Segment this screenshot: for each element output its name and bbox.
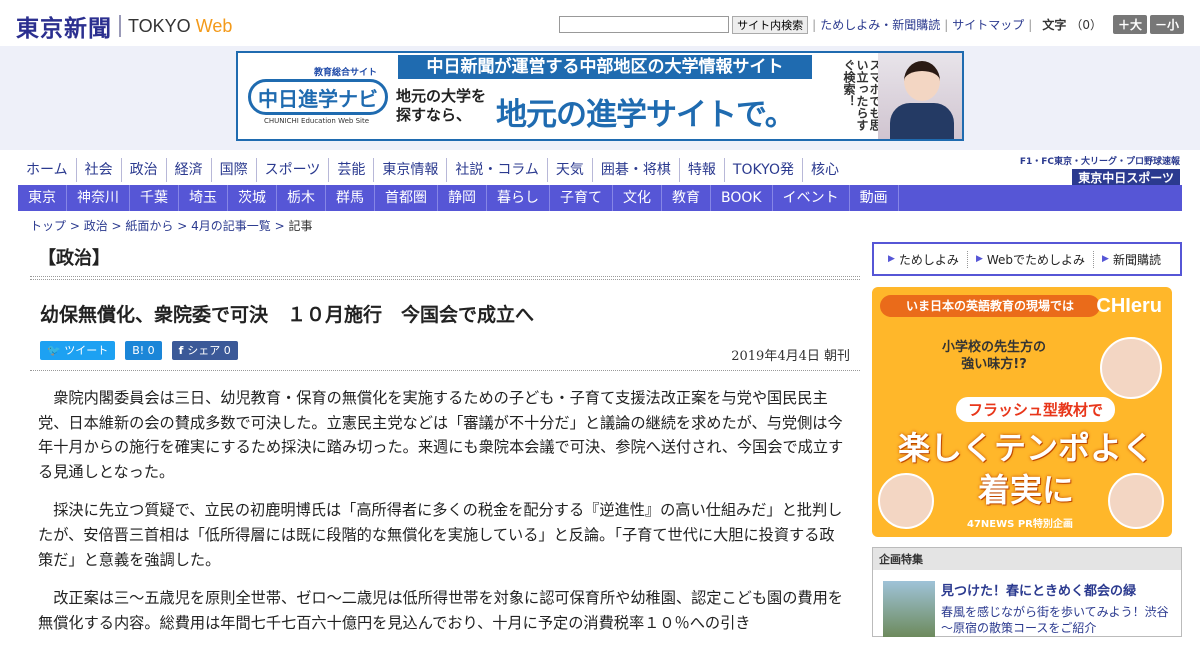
nav-item-11[interactable]: 特報 xyxy=(678,158,724,182)
ad-main-copy: 楽しくテンポよく 着実に xyxy=(897,429,1154,509)
regional-nav-item-0[interactable]: 東京 xyxy=(18,185,67,211)
utility-bar: サイト内検索 | ためしよみ・新聞購読 | サイトマップ | 文字 （0） ＋大… xyxy=(559,15,1184,34)
triangle-icon: ▶ xyxy=(888,254,895,264)
nav-item-13[interactable]: 核心 xyxy=(801,158,847,182)
nav-item-0[interactable]: ホーム xyxy=(18,158,76,182)
ad-photo-boy xyxy=(1100,337,1162,399)
regional-nav-item-10[interactable]: 子育て xyxy=(550,185,613,211)
triangle-icon: ▶ xyxy=(1102,254,1109,264)
regional-nav: 東京 神奈川 千葉 埼玉 茨城 栃木 群馬 首都圏 静岡 暮らし 子育て 文化 教育 BOOK イベント 動画 xyxy=(18,185,1182,211)
web-trial-read-link[interactable]: ▶ Webでためしよみ xyxy=(968,250,1095,268)
regional-nav-item-5[interactable]: 栃木 xyxy=(277,185,326,211)
nav-item-9[interactable]: 天気 xyxy=(546,158,592,182)
font-size-value: （0） xyxy=(1070,18,1102,32)
regional-nav-item-12[interactable]: 教育 xyxy=(662,185,711,211)
nav-item-10[interactable]: 囲碁・将棋 xyxy=(591,158,679,182)
nav-item-3[interactable]: 経済 xyxy=(165,158,211,182)
banner-subcopy: 地元の大学を 探すなら、 xyxy=(396,87,487,124)
special-feature-thumbnail[interactable] xyxy=(883,581,935,637)
breadcrumb-april-list[interactable]: 4月の記事一覧 xyxy=(191,219,271,233)
breadcrumb-top[interactable]: トップ xyxy=(30,219,66,233)
breadcrumb-politics[interactable]: 政治 xyxy=(84,219,108,233)
site-logo[interactable]: 東京新聞 TOKYO Web xyxy=(16,9,232,43)
regional-nav-item-15[interactable]: 動画 xyxy=(850,185,899,211)
regional-nav-item-13[interactable]: BOOK xyxy=(711,185,773,211)
special-feature-description[interactable]: 春風を感じながら街を歩いてみよう！渋谷～原宿の散策コースをご紹介 xyxy=(941,604,1171,636)
nav-item-8[interactable]: 社説・コラム xyxy=(446,158,547,182)
banner-brand-logo: 教育総合サイト 中日進学ナビ CHUNICHI Education Web Si… xyxy=(244,65,392,127)
breadcrumb: トップ > 政治 > 紙面から > 4月の記事一覧 > 記事 xyxy=(30,219,313,233)
logo-web: Web xyxy=(195,15,233,36)
chunichi-sports-link[interactable]: F1・FC東京・大リーグ・プロ野球速報 東京中日スポーツ xyxy=(1020,154,1180,186)
article-date: 2019年4月4日 朝刊 xyxy=(731,349,850,364)
special-feature-box: 企画特集 見つけた！春にときめく都会の緑 春風を感じながら街を歩いてみよう！渋谷… xyxy=(872,547,1182,637)
triangle-icon: ▶ xyxy=(975,254,983,264)
banner-area: 教育総合サイト 中日進学ナビ CHUNICHI Education Web Si… xyxy=(0,46,1200,150)
section-divider xyxy=(30,276,860,280)
banner-main-copy: 地元の進学サイトで。 xyxy=(496,97,796,133)
article-paragraph: 衆院内閣委員会は三日、幼児教育・保育の無償化を実施するための子ども・子育て支援法… xyxy=(38,389,844,481)
article-divider xyxy=(30,370,860,371)
trial-subscribe-link[interactable]: ためしよみ・新聞購読 xyxy=(820,16,940,33)
nav-item-4[interactable]: 国際 xyxy=(210,158,256,182)
facebook-icon: f xyxy=(178,344,188,357)
nav-item-12[interactable]: TOKYO発 xyxy=(723,158,802,182)
regional-nav-item-11[interactable]: 文化 xyxy=(613,185,662,211)
ad-brand-logo: CHIeru xyxy=(1096,295,1162,317)
nav-item-2[interactable]: 政治 xyxy=(120,158,166,182)
share-buttons: 🐦 ツイート B! 0 f シェア 0 xyxy=(40,341,248,360)
nav-item-1[interactable]: 社会 xyxy=(75,158,121,182)
tweet-button[interactable]: 🐦 ツイート xyxy=(40,341,116,360)
regional-nav-item-2[interactable]: 千葉 xyxy=(130,185,179,211)
ad-pr-label: 47NEWS PR特別企画 xyxy=(967,519,1073,530)
font-decrease-button[interactable]: －小 xyxy=(1149,15,1184,34)
banner-brand-name: 中日進学ナビ xyxy=(248,79,388,115)
logo-japanese: 東京新聞 xyxy=(16,15,112,42)
regional-nav-item-7[interactable]: 首都圏 xyxy=(375,185,438,211)
sitemap-link[interactable]: サイトマップ xyxy=(952,16,1024,33)
breadcrumb-paper[interactable]: 紙面から xyxy=(125,219,173,233)
regional-nav-item-9[interactable]: 暮らし xyxy=(487,185,550,211)
regional-nav-item-6[interactable]: 群馬 xyxy=(326,185,375,211)
article-paragraph: 採決に先立つ質疑で、立民の初鹿明博氏は「高所得者に多くの税金を配分する『逆進性』… xyxy=(38,501,843,569)
special-feature-header: 企画特集 xyxy=(873,548,1181,570)
nav-item-6[interactable]: 芸能 xyxy=(328,158,373,182)
regional-nav-item-8[interactable]: 静岡 xyxy=(438,185,487,211)
banner-headline: 中日新聞が運営する中部地区の大学情報サイト xyxy=(398,55,812,79)
breadcrumb-current: 記事 xyxy=(288,219,313,233)
special-feature-title[interactable]: 見つけた！春にときめく都会の緑 xyxy=(941,580,1136,599)
banner-model-photo xyxy=(878,53,962,139)
logo-divider xyxy=(119,15,121,37)
article-title: 幼保無償化、衆院委で可決 １０月施行 今国会で成立へ xyxy=(40,304,535,326)
hatena-bookmark-button[interactable]: B! 0 xyxy=(125,341,162,360)
site-search-button[interactable]: サイト内検索 xyxy=(732,15,809,34)
ad-flash-label: フラッシュ型教材で xyxy=(956,397,1116,422)
regional-nav-item-3[interactable]: 埼玉 xyxy=(179,185,228,211)
facebook-share-button[interactable]: f シェア 0 xyxy=(171,341,238,360)
nav-item-5[interactable]: スポーツ xyxy=(255,158,329,182)
logo-tokyo: TOKYO xyxy=(128,15,191,36)
font-increase-button[interactable]: ＋大 xyxy=(1112,15,1147,34)
article-paragraph: 改正案は三～五歳児を原則全世帯、ゼロ～二歳児は低所得世帯を対象に認可保育所や幼稚… xyxy=(38,589,843,632)
primary-nav: ホーム 社会 政治 経済 国際 スポーツ 芸能 東京情報 社説・コラム 天気 囲碁・将棋 特報 TOKY… xyxy=(18,158,847,182)
subscribe-link[interactable]: ▶ 新聞購読 xyxy=(1094,251,1169,268)
ad-question: 小学校の先生方の 強い味方!? xyxy=(942,340,1047,372)
site-header: 東京新聞 TOKYO Web サイト内検索 | ためしよみ・新聞購読 | サイト… xyxy=(0,0,1200,46)
shingaku-navi-banner-ad[interactable]: 教育総合サイト 中日進学ナビ CHUNICHI Education Web Si… xyxy=(236,51,964,141)
subscription-links: ▶ ためしよみ ▶ Webでためしよみ ▶ 新聞購読 xyxy=(872,242,1182,276)
section-title: 【政治】 xyxy=(38,248,110,269)
twitter-icon: 🐦 xyxy=(47,344,65,357)
regional-nav-item-1[interactable]: 神奈川 xyxy=(67,185,130,211)
font-size-label: 文字 xyxy=(1042,18,1067,32)
regional-nav-item-14[interactable]: イベント xyxy=(773,185,850,211)
chieru-sidebar-ad[interactable]: いま日本の英語教育の現場では CHIeru 小学校の先生方の 強い味方!? フラ… xyxy=(872,287,1172,537)
ad-ribbon: いま日本の英語教育の現場では xyxy=(880,295,1100,317)
trial-read-link[interactable]: ▶ ためしよみ xyxy=(880,250,968,268)
regional-nav-item-4[interactable]: 茨城 xyxy=(228,185,277,211)
nav-item-7[interactable]: 東京情報 xyxy=(373,158,446,182)
article-body: 衆院内閣委員会は三日、幼児教育・保育の無償化を実施するための子ども・子育て支援法… xyxy=(38,386,848,649)
search-input[interactable] xyxy=(559,16,730,33)
banner-vertical-copy: スマホでも思い立ったらすぐ検索！ xyxy=(842,59,882,131)
